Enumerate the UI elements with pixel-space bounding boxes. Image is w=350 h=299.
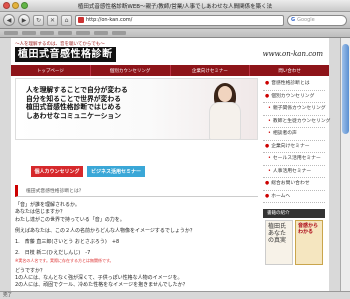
back-button[interactable]: ◀ [3, 14, 15, 26]
hero-line: 植田式音感性格診断ではじめる [26, 103, 122, 112]
main-content: 植田式音感性格診断とは？ 「音」が誰を理解されるか。 あなたは信じますか？ わた… [15, 185, 258, 290]
sidebar-item-inquiry[interactable]: ● 総合お問い合わせ [263, 178, 325, 191]
bookmark-item[interactable] [40, 31, 54, 35]
main-nav: トップページ 個別カウンセリング 企業向けセミナー 問い合わせ [11, 65, 329, 76]
reload-button[interactable]: ↻ [33, 14, 44, 26]
url-text[interactable]: http://on-kan.com/ [86, 17, 132, 23]
bookmark-item[interactable] [112, 31, 126, 35]
reload-icon: ↻ [35, 16, 42, 24]
bookmark-item[interactable] [58, 31, 72, 35]
sidebar: ● 音感性格診断とは ● 個別カウンセリング • 親子関係カウンセリング • 教師と生徒… [263, 78, 330, 266]
browser-viewport: 〜人を理解するのは、音を聴いてからでも〜 植田式音感性格診断 www.on-ka… [0, 38, 340, 291]
hero-line: しあわせなコミュニケーション [26, 111, 122, 120]
url-bar[interactable]: http://on-kan.com/ [75, 14, 284, 26]
search-placeholder[interactable]: Google [297, 17, 315, 23]
site-favicon-icon [78, 17, 84, 23]
book-section-heading: 書籍の紹介 [263, 209, 325, 218]
google-g-icon: G [291, 17, 296, 23]
hero-line: 自分を知ることで世界が変わる [26, 94, 121, 103]
sidebar-item-teacher-student[interactable]: • 教師と生徒カウンセリング [263, 116, 330, 128]
nav-item-seminar[interactable]: 企業向けセミナー [171, 65, 251, 76]
nav-item-counseling[interactable]: 個別カウンセリング [91, 65, 171, 76]
business-seminar-button[interactable]: ビジネス活用セミナー [87, 166, 145, 177]
sidebar-item-home[interactable]: ● ホームへ [263, 191, 325, 203]
book-cover-b[interactable]: 音感からわかる [295, 220, 323, 265]
bookmark-item[interactable] [94, 31, 108, 35]
hero-portrait-image [203, 82, 249, 139]
sidebar-item-testimonials[interactable]: • 相談者の声 [263, 128, 325, 141]
bullet-icon: ● [265, 93, 270, 99]
web-page: 〜人を理解するのは、音を聴いてからでも〜 植田式音感性格診断 www.on-ka… [11, 38, 330, 291]
stop-button[interactable]: ✕ [47, 14, 58, 26]
sidebar-item-corporate[interactable]: ● 企業向けセミナー [263, 141, 325, 153]
forward-button[interactable]: ▶ [18, 14, 30, 26]
bullet-icon: • [268, 131, 271, 136]
bullet-icon: • [268, 118, 271, 124]
home-button[interactable]: ⌂ [61, 14, 72, 26]
close-window-button[interactable] [3, 2, 10, 9]
book-images: 植田氏 あなたの真実 音感からわかる [263, 218, 325, 266]
bookmark-item[interactable] [76, 31, 90, 35]
minimize-window-button[interactable] [12, 2, 19, 9]
content-line: あなたは信じますか？ [15, 209, 66, 216]
bookmarks-bar [0, 29, 350, 38]
home-icon: ⌂ [64, 16, 69, 24]
stop-icon: ✕ [49, 16, 56, 24]
hero-copy: 人を理解することで自分が変わる 自分を知ることで世界が変わる 植田式音感性格診断… [26, 86, 128, 120]
sidebar-item-counseling[interactable]: ● 個別カウンセリング [263, 91, 325, 103]
content-line: 2の人には、頑固でクール、冷めた性格をなイメージを抱きませんでしたか？ [15, 282, 188, 289]
content-line: どうですか？ [15, 267, 46, 274]
example-name-1: 1. 斎藤 直三郎(さいとう おとさぶろう) +8 [15, 239, 120, 246]
window-controls [3, 2, 28, 9]
sidebar-item-parent-child[interactable]: • 親子関係カウンセリング [263, 103, 326, 116]
bookmark-item[interactable] [4, 31, 18, 35]
bullet-icon: ● [265, 143, 270, 149]
bullet-icon: • [268, 106, 271, 111]
content-line: わたし達がこの世界で持っている「音」の力を。 [15, 216, 125, 223]
nav-item-contact[interactable]: 問い合わせ [250, 65, 329, 76]
window-titlebar: 植田式音感性格診断WEB〜親子/教師/営業/人事でしあわせな人間関係を築く法 [0, 0, 350, 12]
content-line: 例えばあなたは、この２人の名前からどんな人物像をイメージするでしょうか？ [15, 227, 195, 234]
maximize-window-button[interactable] [21, 2, 28, 9]
bookmark-item[interactable] [22, 31, 36, 35]
sidebar-item-hr[interactable]: • 人事活用セミナー [263, 166, 325, 178]
forward-arrow-icon: ▶ [21, 16, 27, 24]
hero-line: 人を理解することで自分が変わる [26, 86, 128, 94]
bullet-icon: • [268, 168, 271, 174]
window-title: 植田式音感性格診断WEB〜親子/教師/営業/人事でしあわせな人間関係を築く法 [77, 3, 273, 10]
bullet-icon: ● [265, 193, 270, 199]
scrollbar-thumb[interactable] [342, 44, 349, 134]
bullet-icon: ● [265, 181, 270, 186]
vertical-scrollbar[interactable] [340, 38, 350, 291]
example-name-2: 2. 日枝 新二(ひえだしんじ) -7 [15, 250, 91, 257]
site-url-text: www.on-kan.com [262, 50, 323, 58]
nav-item-top[interactable]: トップページ [11, 65, 91, 76]
individual-counseling-button[interactable]: 個人カウンセリング [31, 166, 83, 177]
sidebar-item-about[interactable]: ● 音感性格診断とは [263, 78, 325, 91]
hero-banner: 人を理解することで自分が変わる 自分を知ることで世界が変わる 植田式音感性格診断… [15, 78, 258, 140]
section-heading: 植田式音感性格診断とは？ [15, 185, 258, 197]
sidebar-item-sales[interactable]: • セールス活用セミナー [263, 153, 325, 166]
site-header: 〜人を理解するのは、音を聴いてからでも〜 植田式音感性格診断 www.on-ka… [11, 38, 329, 64]
site-logo[interactable]: 植田式音感性格診断 [15, 47, 116, 62]
status-bar: 完了 [0, 291, 350, 299]
back-arrow-icon: ◀ [6, 16, 12, 24]
search-bar[interactable]: G Google [287, 14, 347, 26]
bullet-icon: ● [265, 81, 270, 86]
bullet-icon: • [268, 156, 271, 161]
book-cover-a[interactable]: 植田氏 あなたの真実 [265, 220, 293, 265]
browser-toolbar: ◀ ▶ ↻ ✕ ⌂ http://on-kan.com/ G Google [0, 12, 350, 29]
